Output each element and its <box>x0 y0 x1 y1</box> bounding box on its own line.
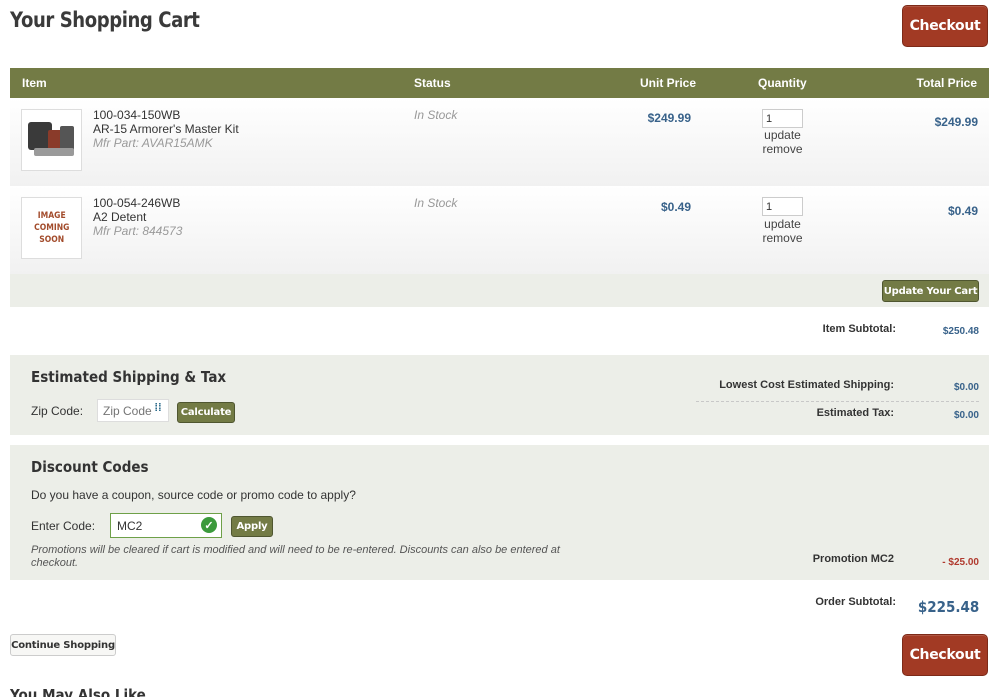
order-subtotal-value: $225.48 <box>917 598 979 616</box>
column-header-unit-price: Unit Price <box>640 76 697 90</box>
promotion-label: Promotion MC2 <box>812 553 894 565</box>
remove-link[interactable]: remove <box>762 231 803 245</box>
item-name-link[interactable]: A2 Detent <box>93 210 146 224</box>
autofill-icon[interactable]: ⁞⁞ <box>152 402 164 418</box>
also-like-heading: You May Also Like <box>10 686 146 697</box>
zip-code-label: Zip Code: <box>31 404 84 418</box>
column-header-status: Status <box>414 76 451 90</box>
item-total-price: $0.49 <box>947 204 978 218</box>
cart-table-header: Item Status Unit Price Quantity Total Pr… <box>10 68 989 98</box>
item-unit-price: $0.49 <box>660 200 691 214</box>
promotion-value: - $25.00 <box>942 557 979 568</box>
item-total-price: $249.99 <box>934 115 978 129</box>
update-cart-button[interactable]: Update Your Cart <box>882 280 979 302</box>
divider <box>696 401 979 402</box>
update-link[interactable]: update <box>762 128 803 142</box>
image-coming-soon-placeholder: IMAGE COMING SOON <box>33 211 70 245</box>
product-image[interactable] <box>21 109 82 171</box>
shipping-estimate-value: $0.00 <box>953 382 979 393</box>
armorer-kit-image <box>26 120 78 160</box>
item-sku: 100-034-150WB <box>93 108 181 122</box>
discount-question: Do you have a coupon, source code or pro… <box>31 488 356 502</box>
update-link[interactable]: update <box>762 217 803 231</box>
item-mfr-part: Mfr Part: 844573 <box>93 224 183 238</box>
product-image[interactable]: IMAGE COMING SOON <box>21 197 82 259</box>
continue-shopping-button[interactable]: Continue Shopping <box>10 634 116 656</box>
checkout-button[interactable]: Checkout <box>902 634 988 676</box>
shipping-tax-panel: Estimated Shipping & Tax Zip Code: ⁞⁞ Ca… <box>10 355 989 435</box>
discount-heading: Discount Codes <box>31 458 149 476</box>
item-unit-price: $249.99 <box>647 111 691 125</box>
estimated-tax-value: $0.00 <box>953 410 979 421</box>
calculate-button[interactable]: Calculate <box>177 402 235 423</box>
cart-row: 100-034-150WB AR-15 Armorer's Master Kit… <box>10 98 989 186</box>
shipping-heading: Estimated Shipping & Tax <box>31 368 227 386</box>
promotion-note: Promotions will be cleared if cart is mo… <box>31 544 560 569</box>
item-name-link[interactable]: AR-15 Armorer's Master Kit <box>93 122 239 136</box>
quantity-input[interactable] <box>762 197 803 216</box>
page-title: Your Shopping Cart <box>10 8 200 32</box>
check-circle-icon: ✓ <box>201 517 217 533</box>
item-subtotal-value: $250.48 <box>942 326 979 337</box>
discount-codes-panel: Discount Codes Do you have a coupon, sou… <box>10 445 989 580</box>
cart-row: IMAGE COMING SOON 100-054-246WB A2 Deten… <box>10 186 989 274</box>
remove-link[interactable]: remove <box>762 142 803 156</box>
column-header-quantity: Quantity <box>758 76 807 90</box>
update-cart-bar: Update Your Cart <box>10 274 989 307</box>
item-sku: 100-054-246WB <box>93 196 181 210</box>
column-header-item: Item <box>22 76 47 90</box>
column-header-total-price: Total Price <box>916 76 977 90</box>
enter-code-label: Enter Code: <box>31 519 96 533</box>
quantity-input[interactable] <box>762 109 803 128</box>
item-mfr-part: Mfr Part: AVAR15AMK <box>93 136 213 150</box>
item-status: In Stock <box>414 196 458 210</box>
item-status: In Stock <box>414 108 458 122</box>
shipping-estimate-label: Lowest Cost Estimated Shipping: <box>719 379 894 391</box>
apply-button[interactable]: Apply <box>231 516 273 537</box>
item-subtotal-label: Item Subtotal: <box>822 323 896 335</box>
estimated-tax-label: Estimated Tax: <box>816 407 894 419</box>
order-subtotal-label: Order Subtotal: <box>815 596 896 608</box>
checkout-button[interactable]: Checkout <box>902 5 988 47</box>
